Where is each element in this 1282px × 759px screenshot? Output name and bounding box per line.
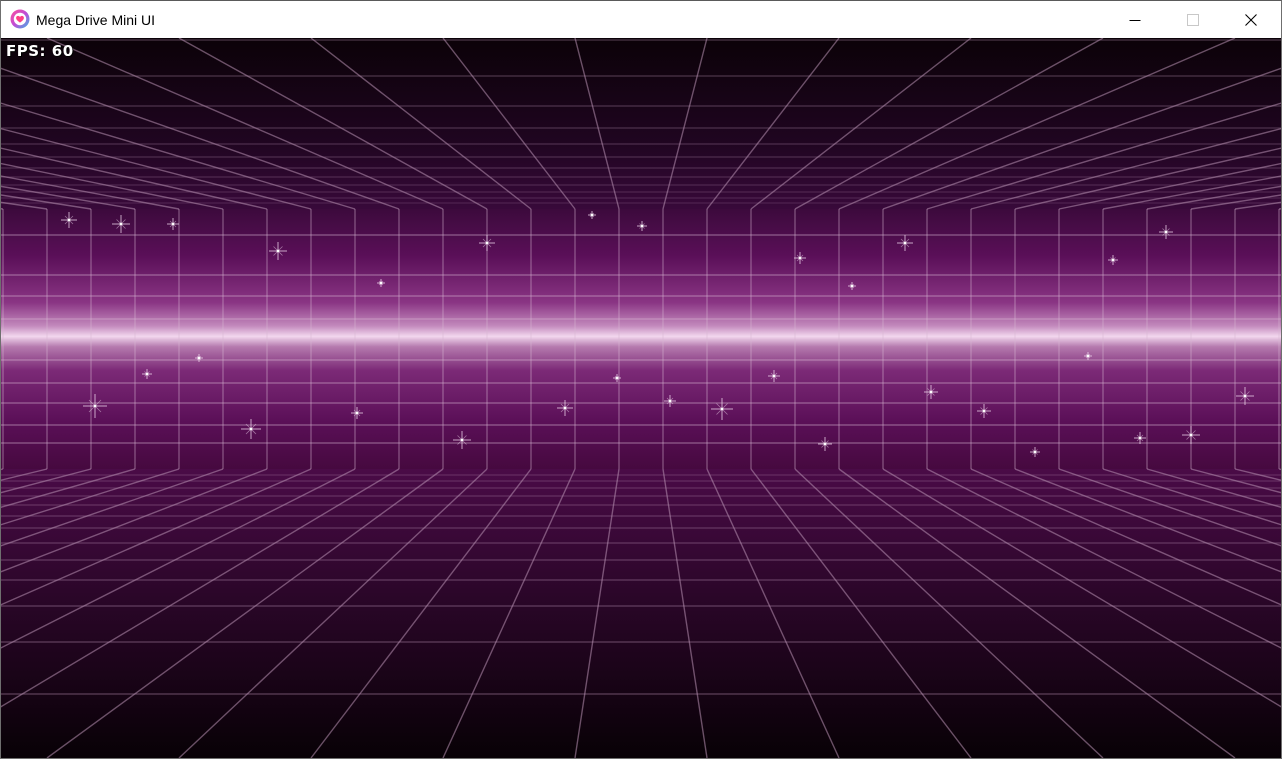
title-bar[interactable]: Mega Drive Mini UI (1, 1, 1281, 38)
heart-app-icon (10, 9, 30, 29)
fps-counter: FPS: 60 (6, 42, 74, 60)
game-viewport[interactable]: FPS: 60 (1, 38, 1281, 758)
minimize-button[interactable] (1106, 1, 1164, 38)
minimize-icon (1129, 19, 1141, 21)
maximize-icon (1187, 13, 1199, 26)
app-window: Mega Drive Mini UI FPS: 60 (0, 0, 1282, 759)
grid-background (1, 38, 1281, 758)
ceiling-plane (1, 38, 1281, 209)
close-button[interactable] (1222, 1, 1280, 38)
maximize-button[interactable] (1164, 1, 1222, 38)
floor-plane (1, 469, 1281, 758)
window-title: Mega Drive Mini UI (36, 12, 156, 28)
close-icon (1245, 13, 1257, 26)
horizon-band (1, 209, 1281, 469)
